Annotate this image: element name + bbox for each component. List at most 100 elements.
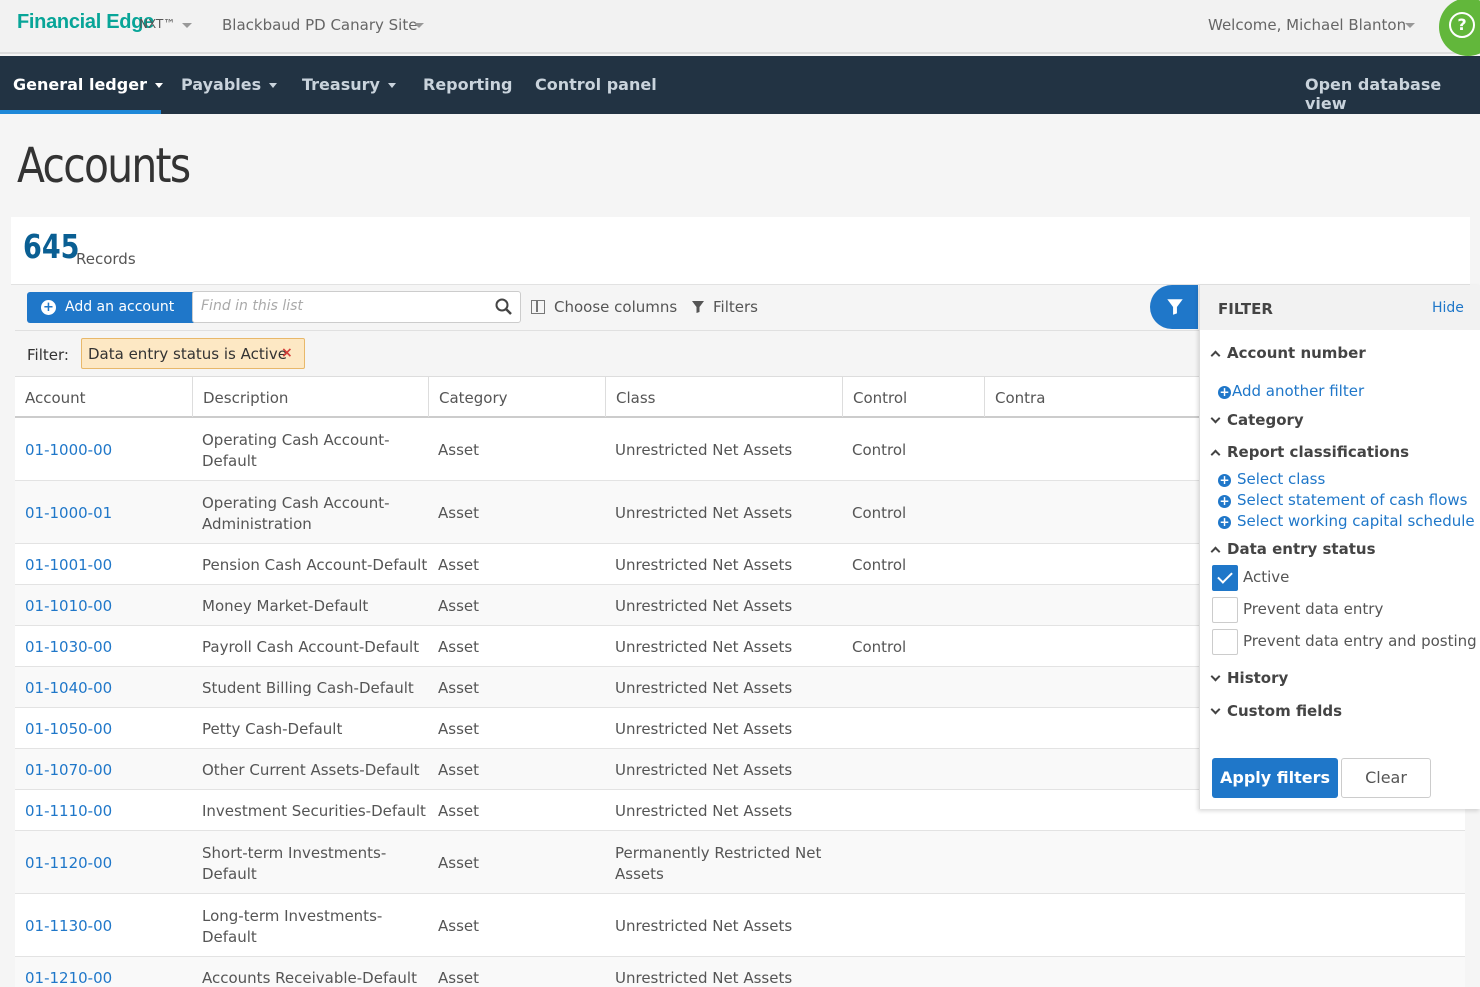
- control-cell: Control: [852, 441, 907, 459]
- table-row[interactable]: 01-1120-00 Short-term Investments- Default…: [15, 831, 1465, 894]
- description-line: Short-term Investments-: [202, 843, 387, 862]
- description-line: Investment Securities-Default: [202, 802, 426, 820]
- column-header-class[interactable]: Class: [616, 389, 655, 407]
- checkbox-prevent-data-entry[interactable]: [1212, 597, 1238, 623]
- chevron-up-icon: [1210, 546, 1221, 557]
- nav-general-ledger[interactable]: General ledger: [13, 75, 163, 94]
- select-cash-flows-link[interactable]: + Select statement of cash flows: [1218, 491, 1468, 509]
- apply-filters-button[interactable]: Apply filters: [1212, 758, 1338, 798]
- account-link[interactable]: 01-1130-00: [25, 916, 112, 937]
- control-cell: Control: [852, 556, 907, 574]
- filter-toggle-button[interactable]: [1150, 285, 1198, 329]
- chevron-down-icon: [1210, 704, 1221, 715]
- class-cell: Unrestricted Net Assets: [615, 503, 792, 524]
- add-another-filter-link[interactable]: + Add another filter: [1218, 382, 1364, 400]
- class-line: Unrestricted Net Assets: [615, 917, 793, 935]
- category-cell: Asset: [438, 441, 480, 459]
- hide-filter-link[interactable]: Hide: [1432, 300, 1464, 316]
- user-caret-icon[interactable]: [1405, 23, 1415, 28]
- description-line: Operating Cash Account-: [202, 493, 390, 512]
- category-cell: Asset: [438, 679, 480, 697]
- class-cell: Unrestricted Net Assets: [615, 678, 792, 699]
- description-cell: Other Current Assets-Default: [202, 760, 420, 781]
- section-custom-fields[interactable]: Custom fields: [1210, 702, 1342, 720]
- section-data-entry-status[interactable]: Data entry status: [1210, 540, 1376, 558]
- account-link[interactable]: 01-1030-00: [25, 637, 112, 658]
- column-header-contra[interactable]: Contra: [995, 389, 1045, 407]
- section-history[interactable]: History: [1210, 669, 1288, 687]
- account-link[interactable]: 01-1040-00: [25, 678, 112, 699]
- section-account-number[interactable]: Account number: [1210, 344, 1366, 362]
- filter-label: Filter:: [27, 346, 69, 364]
- nav-payables[interactable]: Payables: [181, 75, 278, 94]
- description-line: Default: [202, 864, 257, 883]
- table-row[interactable]: 01-1130-00 Long-term Investments- Default A…: [15, 894, 1465, 957]
- choose-columns-button[interactable]: Choose columns: [531, 298, 677, 316]
- account-link[interactable]: 01-1010-00: [25, 596, 112, 617]
- class-cell: Unrestricted Net Assets: [615, 719, 792, 740]
- account-link[interactable]: 01-1001-00: [25, 555, 112, 576]
- brand-logo[interactable]: Financial Edge: [17, 11, 154, 34]
- section-category[interactable]: Category: [1210, 411, 1304, 429]
- help-button[interactable]: ?: [1439, 0, 1480, 56]
- class-cell: Unrestricted Net Assets: [615, 555, 792, 576]
- class-line: Unrestricted Net Assets: [615, 504, 793, 522]
- account-link[interactable]: 01-1110-00: [25, 801, 112, 822]
- select-class-link[interactable]: + Select class: [1218, 470, 1325, 488]
- account-link[interactable]: 01-1070-00: [25, 760, 112, 781]
- checkbox-active[interactable]: [1212, 565, 1238, 591]
- filters-button[interactable]: Filters: [691, 298, 758, 316]
- column-divider: [192, 377, 193, 417]
- site-caret-icon[interactable]: [414, 23, 424, 28]
- class-cell: Unrestricted Net Assets: [615, 968, 792, 987]
- chevron-down-icon: [387, 83, 396, 88]
- column-divider: [842, 377, 843, 417]
- account-link[interactable]: 01-1210-00: [25, 968, 112, 987]
- description-cell: Student Billing Cash-Default: [202, 678, 414, 699]
- nav-active-indicator: [0, 110, 161, 114]
- active-filters-bar: Filter: Data entry status is Active ×: [15, 330, 1199, 376]
- top-bar: Financial Edge NXT™ Blackbaud PD Canary …: [0, 0, 1480, 56]
- search-input[interactable]: [201, 298, 481, 314]
- category-cell: Asset: [438, 917, 480, 935]
- class-line: Assets: [615, 864, 664, 883]
- checkbox-prevent-data-entry-posting[interactable]: [1212, 629, 1238, 655]
- nav-reporting[interactable]: Reporting: [423, 75, 512, 94]
- account-link[interactable]: 01-1050-00: [25, 719, 112, 740]
- nav-control-panel[interactable]: Control panel: [535, 75, 657, 94]
- close-icon[interactable]: ×: [281, 345, 293, 361]
- account-link[interactable]: 01-1120-00: [25, 853, 112, 874]
- site-selector[interactable]: Blackbaud PD Canary Site: [222, 16, 417, 34]
- column-header-description[interactable]: Description: [203, 389, 288, 407]
- records-label: Records: [76, 250, 136, 268]
- category-cell: Asset: [438, 720, 480, 738]
- nav-treasury[interactable]: Treasury: [302, 75, 396, 94]
- control-cell: Control: [852, 638, 907, 656]
- column-header-category[interactable]: Category: [439, 389, 508, 407]
- account-link[interactable]: 01-1000-00: [25, 440, 112, 461]
- user-menu[interactable]: Welcome, Michael Blanton: [1208, 16, 1406, 34]
- class-cell: Unrestricted Net Assets: [615, 637, 792, 658]
- select-working-capital-link[interactable]: + Select working capital schedule: [1218, 512, 1475, 530]
- column-header-control[interactable]: Control: [853, 389, 907, 407]
- description-line: Operating Cash Account-: [202, 430, 390, 449]
- plus-circle-icon: +: [1218, 385, 1231, 399]
- search-box: [192, 291, 521, 323]
- class-line: Unrestricted Net Assets: [615, 802, 793, 820]
- account-link[interactable]: 01-1000-01: [25, 503, 112, 524]
- help-icon: ?: [1449, 12, 1475, 38]
- product-menu-caret-icon[interactable]: [182, 23, 192, 28]
- column-divider: [428, 377, 429, 417]
- chevron-up-icon: [1210, 449, 1221, 460]
- table-header: Account Description Category Class Contr…: [15, 376, 1199, 418]
- clear-filters-button[interactable]: Clear: [1341, 758, 1431, 798]
- description-line: Accounts Receivable-Default: [202, 969, 417, 987]
- description-line: Payroll Cash Account-Default: [202, 638, 420, 656]
- open-database-view-link[interactable]: Open database view: [1305, 75, 1480, 113]
- section-report-classifications[interactable]: Report classifications: [1210, 443, 1409, 461]
- description-cell: Long-term Investments- Default: [202, 906, 382, 948]
- table-row[interactable]: 01-1210-00 Accounts Receivable-Default Ass…: [15, 957, 1465, 987]
- column-header-account[interactable]: Account: [25, 389, 86, 407]
- search-icon[interactable]: [495, 298, 513, 320]
- add-account-button[interactable]: + Add an account: [27, 292, 196, 323]
